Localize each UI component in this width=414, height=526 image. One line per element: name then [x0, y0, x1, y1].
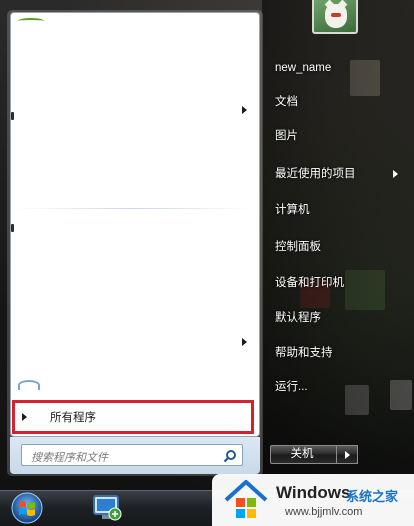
watermark-suffix: 系统之家	[346, 489, 399, 504]
lucky-cat-icon	[324, 0, 348, 28]
all-programs-button[interactable]: 所有程序	[12, 400, 254, 434]
watermark-brand: Windows	[276, 483, 351, 502]
remote-desktop-icon[interactable]	[88, 490, 128, 526]
menu-divider	[14, 208, 254, 209]
right-item-devices[interactable]: 设备和打印机	[268, 270, 398, 296]
user-avatar[interactable]	[312, 0, 358, 34]
right-item-label: 帮助和支持	[275, 347, 333, 359]
right-item-computer[interactable]: 计算机	[268, 197, 398, 223]
chevron-right-icon	[345, 451, 350, 459]
right-item-documents[interactable]: 文档	[268, 89, 398, 115]
search-placeholder: 搜索程序和文件	[31, 452, 108, 464]
expand-arrow-icon	[22, 413, 27, 421]
pinned-program-icon	[18, 18, 44, 24]
watermark-url: www.bjjmlv.com	[285, 506, 363, 518]
shutdown-options-button[interactable]	[336, 445, 358, 464]
jumplist-arrow-icon[interactable]	[242, 338, 247, 346]
shutdown-label: 关机	[290, 448, 314, 460]
right-item-pictures[interactable]: 图片	[268, 123, 398, 149]
right-item-label: 设备和打印机	[275, 277, 344, 289]
right-item-label: 控制面板	[275, 241, 321, 253]
right-item-label: 最近使用的项目	[275, 168, 356, 180]
recent-item-marker	[11, 224, 14, 232]
right-item-help[interactable]: 帮助和支持	[268, 340, 398, 366]
right-item-label: 文档	[275, 96, 298, 108]
right-item-default-programs[interactable]: 默认程序	[268, 305, 398, 331]
submenu-arrow-icon	[393, 170, 398, 178]
right-item-label: 计算机	[275, 204, 310, 216]
right-item-run[interactable]: 运行...	[268, 374, 398, 400]
right-item-label: 运行...	[275, 381, 308, 393]
right-item-label: 默认程序	[275, 312, 321, 324]
search-input[interactable]: 搜索程序和文件	[21, 444, 243, 466]
right-item-control-panel[interactable]: 控制面板	[268, 234, 398, 260]
search-icon[interactable]	[223, 449, 237, 463]
right-item-label: new_name	[275, 62, 332, 74]
windows-orb-icon[interactable]	[8, 490, 46, 526]
all-programs-label: 所有程序	[50, 412, 96, 424]
program-icon	[18, 380, 40, 390]
right-item-recent[interactable]: 最近使用的项目	[268, 161, 398, 187]
pinned-item-marker	[11, 112, 14, 120]
jumplist-arrow-icon[interactable]	[242, 106, 247, 114]
right-item-label: 图片	[275, 130, 298, 142]
start-menu-programs-pane	[10, 12, 260, 437]
windows-logo-icon	[224, 480, 268, 518]
right-item-user[interactable]: new_name	[268, 55, 398, 81]
